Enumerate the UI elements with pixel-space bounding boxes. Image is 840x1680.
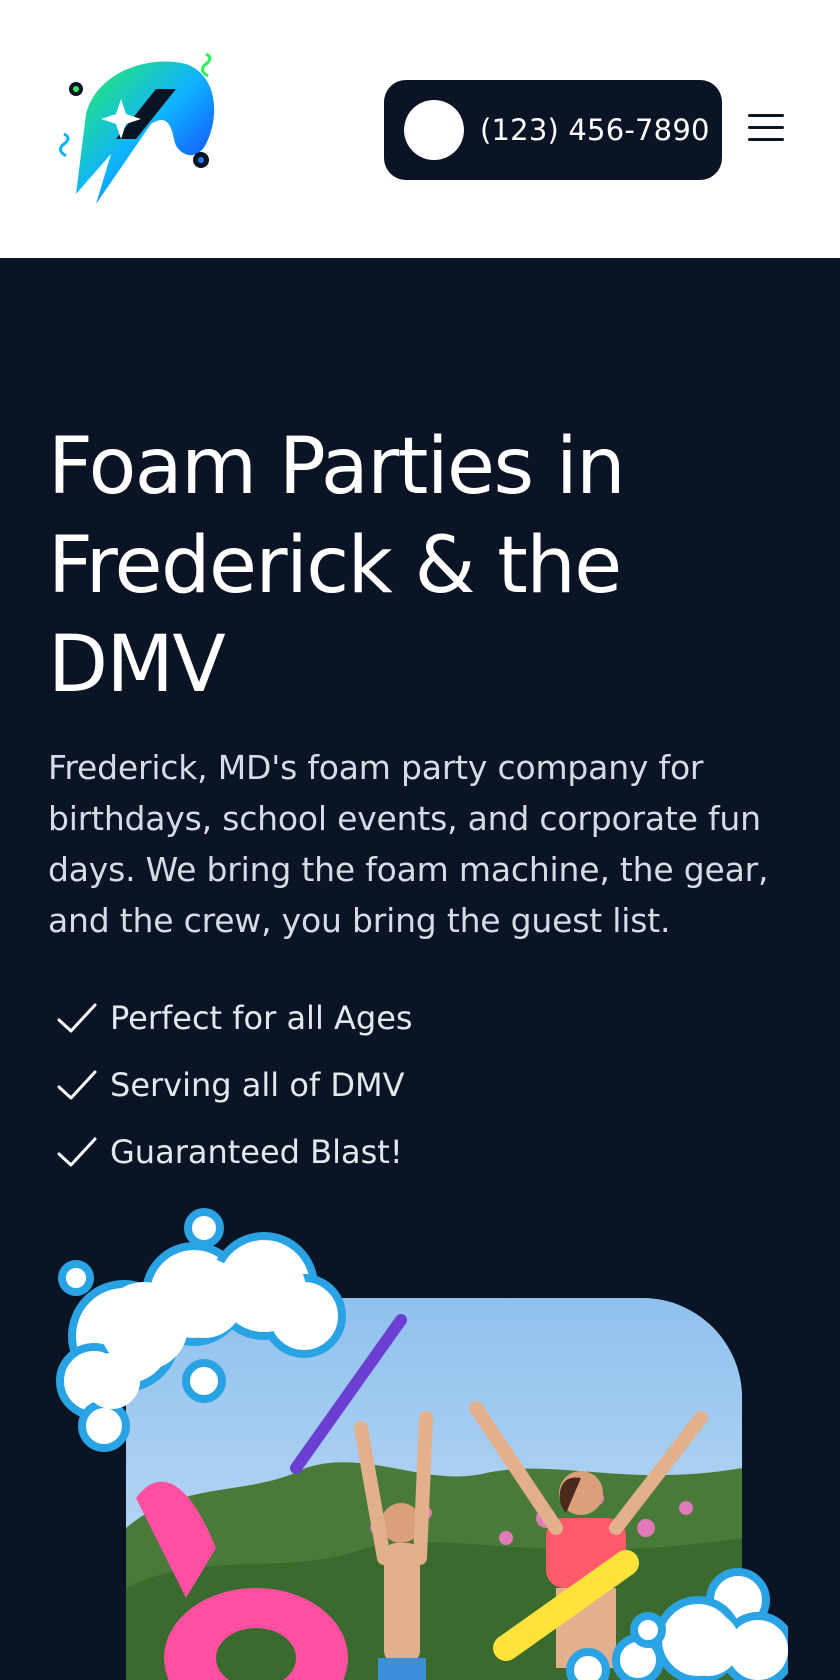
call-phone-button[interactable]: (123) 456-7890 (384, 80, 722, 180)
checkmark-icon (57, 1003, 97, 1032)
foam-bubble-cloud-icon (56, 1208, 346, 1452)
hero-title-line: DMV (48, 620, 226, 710)
hero-title: Foam Parties in Frederick & the DMV (48, 418, 788, 715)
feature-item: Serving all of DMV (56, 1051, 413, 1118)
hero-subtitle: Frederick, MD's foam party company for b… (48, 748, 769, 940)
site-header: (123) 456-7890 (0, 0, 840, 258)
feature-label: Perfect for all Ages (110, 998, 413, 1037)
foam-bubble-cloud-icon (566, 1568, 788, 1680)
feature-item: Perfect for all Ages (56, 984, 413, 1051)
feature-list: Perfect for all Ages Serving all of DMV … (56, 984, 413, 1185)
checkmark-icon (57, 1137, 97, 1166)
phone-number: (123) 456-7890 (480, 113, 710, 147)
hero-title-line: Foam Parties in (48, 422, 626, 512)
checkmark-icon (57, 1070, 97, 1099)
feature-item: Guaranteed Blast! (56, 1118, 413, 1185)
phone-icon (404, 100, 464, 160)
hero-title-line: Frederick & the (48, 521, 622, 611)
hamburger-menu-icon[interactable] (744, 110, 788, 146)
feature-label: Serving all of DMV (110, 1065, 405, 1104)
feature-label: Guaranteed Blast! (110, 1132, 403, 1171)
brand-logo-icon[interactable] (56, 44, 228, 212)
